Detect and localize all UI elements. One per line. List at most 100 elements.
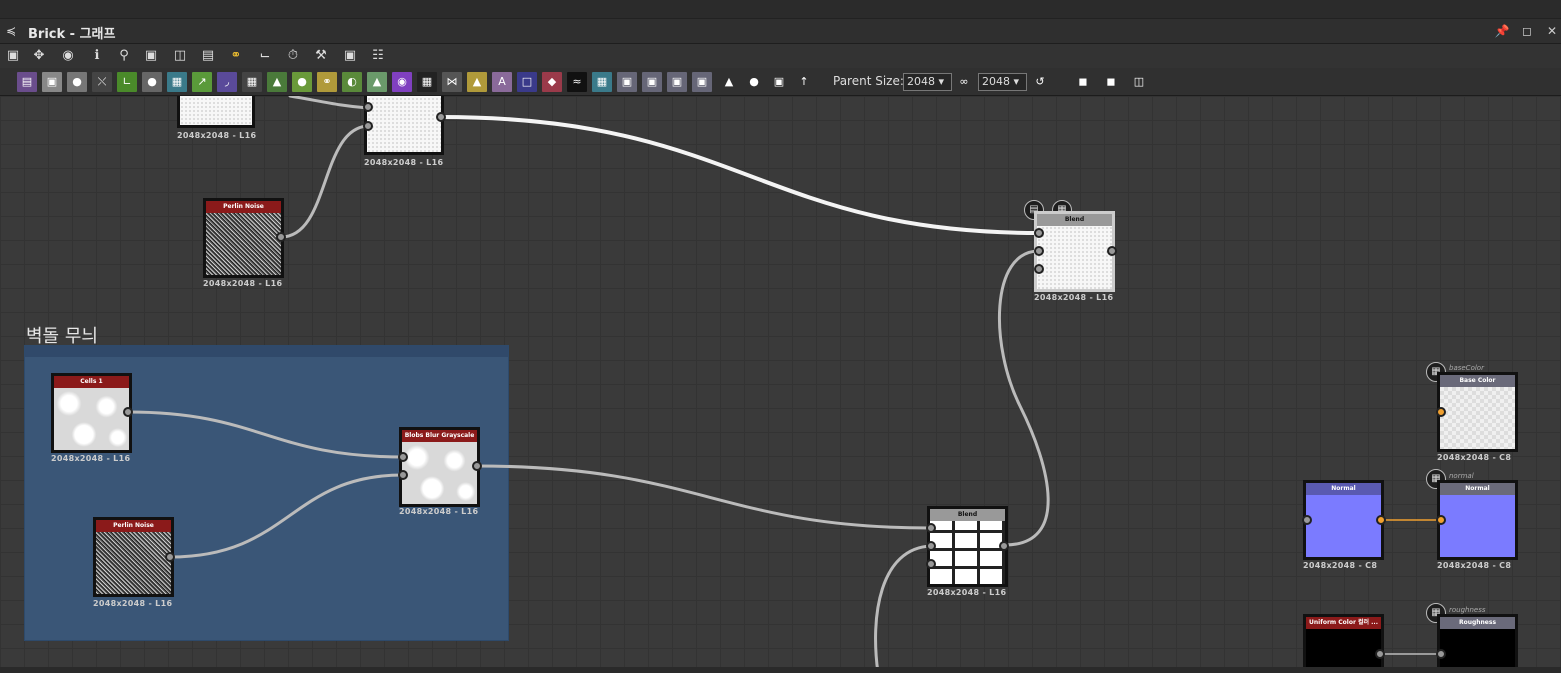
input-port[interactable] [1034, 228, 1044, 238]
tools-icon[interactable]: ⚒ [312, 47, 330, 65]
pin-node-icon[interactable]: ↑ [794, 72, 814, 92]
node-uniform-color[interactable]: Uniform Color 컬러 ... [1303, 614, 1384, 673]
output-port[interactable] [999, 541, 1009, 551]
align-horizontal-icon[interactable]: ◼ [1073, 72, 1093, 92]
node-roughness[interactable]: Roughness [1437, 614, 1518, 673]
input-port[interactable] [1436, 649, 1446, 659]
emboss-node-icon[interactable]: ▣ [642, 72, 662, 92]
node-perlin-noise-2[interactable]: Perlin Noise [93, 517, 174, 597]
node-blend-bottom[interactable]: Blend [927, 506, 1008, 587]
node-cells[interactable]: Cells 1 [51, 373, 132, 453]
comment-icon[interactable]: ▲ [719, 72, 739, 92]
node-normal[interactable]: Normal [1303, 480, 1384, 560]
split-node-icon[interactable]: ⚭ [317, 72, 337, 92]
transform-node-icon[interactable]: ▦ [167, 72, 187, 92]
hierarchy-icon[interactable]: ◫ [171, 47, 189, 65]
blur-node-icon[interactable]: ● [67, 72, 87, 92]
info-icon[interactable]: ℹ [88, 47, 106, 65]
text-node-icon[interactable]: ● [292, 72, 312, 92]
node-resolution: 2048x2048 - L16 [203, 279, 283, 288]
input-port[interactable] [363, 102, 373, 112]
output-node-icon[interactable]: ▣ [341, 47, 359, 65]
node-top-left[interactable] [177, 96, 255, 128]
node-resolution: 2048x2048 - L16 [399, 507, 479, 516]
input-port[interactable] [363, 121, 373, 131]
input-port[interactable] [1034, 246, 1044, 256]
value-node-icon[interactable]: ≈ [567, 72, 587, 92]
node-normal-output[interactable]: Normal [1437, 480, 1518, 560]
node-top-middle[interactable] [364, 96, 444, 155]
input-node-icon[interactable]: ▲ [267, 72, 287, 92]
node-perlin-noise-1[interactable]: Perlin Noise [203, 198, 284, 278]
window-title: Brick - 그래프 [28, 27, 116, 42]
hsl-node-icon[interactable]: ◉ [392, 72, 412, 92]
toolbar-primary: ▣ ✥ ◉ ℹ ⚲ ▣ ◫ ▤ ⚭ ⌙ ⏱ ⚒ ▣ ☷ [0, 44, 1561, 68]
distance-node-icon[interactable]: ▦ [592, 72, 612, 92]
fill-node-icon[interactable]: ◆ [542, 72, 562, 92]
dot-node-icon[interactable]: ● [744, 72, 764, 92]
output-port[interactable] [1107, 246, 1117, 256]
crop-icon[interactable]: ☷ [369, 47, 387, 65]
node-resolution: 2048x2048 - L16 [364, 158, 444, 167]
node-base-color[interactable]: Base Color [1437, 372, 1518, 452]
svg-node-icon[interactable]: ▣ [42, 72, 62, 92]
output-port[interactable] [276, 232, 286, 242]
input-port[interactable] [398, 452, 408, 462]
bitmap-node-icon[interactable]: ▤ [17, 72, 37, 92]
input-port[interactable] [1436, 515, 1446, 525]
pin-icon[interactable]: 📌 [1494, 23, 1510, 39]
timer-icon[interactable]: ⏱ [284, 47, 302, 65]
output-port[interactable] [1375, 649, 1385, 659]
node-blend-top[interactable]: Blend [1034, 211, 1115, 292]
maximize-icon[interactable]: ◻ [1519, 23, 1535, 39]
histogram-node-icon[interactable]: ▲ [367, 72, 387, 92]
connector-icon[interactable]: ⌙ [256, 47, 274, 65]
node-icon[interactable]: ▣ [142, 47, 160, 65]
input-port[interactable] [926, 523, 936, 533]
mirror-node-icon[interactable]: ▲ [467, 72, 487, 92]
link-size-icon[interactable]: ∞ [954, 72, 974, 92]
reset-icon[interactable]: ↺ [1030, 72, 1050, 92]
node-blobs-blur-grayscale[interactable]: Blobs Blur Grayscale [399, 427, 480, 507]
input-port[interactable] [1302, 515, 1312, 525]
curve-node-icon[interactable]: ∟ [117, 72, 137, 92]
camera-icon[interactable]: ◉ [59, 47, 77, 65]
graph-canvas[interactable]: 벽돌 무늬 2048x2048 - L16 2048x2048 - L16 Pe… [0, 96, 1561, 673]
input-port[interactable] [1436, 407, 1446, 417]
close-icon[interactable]: ✕ [1544, 23, 1560, 39]
gradient-node-icon[interactable]: ↗ [192, 72, 212, 92]
output-port[interactable] [436, 112, 446, 122]
input-port[interactable] [926, 541, 936, 551]
sharpen-node-icon[interactable]: ▣ [667, 72, 687, 92]
graph-output-icon[interactable]: ▣ [769, 72, 789, 92]
output-port[interactable] [1376, 515, 1386, 525]
output-port[interactable] [472, 461, 482, 471]
output-port[interactable] [123, 407, 133, 417]
align-vertical-icon[interactable]: ◼ [1101, 72, 1121, 92]
parent-size-dropdown-b[interactable]: 2048 ▾ [978, 73, 1027, 91]
frame-icon[interactable]: ▤ [199, 47, 217, 65]
arc-node-icon[interactable]: ◞ [217, 72, 237, 92]
selection-node-icon[interactable]: □ [517, 72, 537, 92]
normal-node-icon[interactable]: ▣ [617, 72, 637, 92]
input-port[interactable] [398, 470, 408, 480]
ao-node-icon[interactable]: ▣ [692, 72, 712, 92]
distribute-icon[interactable]: ◫ [1129, 72, 1149, 92]
fx-node-icon[interactable]: ⋈ [442, 72, 462, 92]
parent-size-dropdown-a[interactable]: 2048 ▾ [903, 73, 952, 91]
parent-size-label: Parent Size: [833, 74, 904, 88]
shuffle-node-icon[interactable]: ⤬ [92, 72, 112, 92]
input-port[interactable] [926, 559, 936, 569]
fit-view-icon[interactable]: ▣ [4, 47, 22, 65]
link-icon[interactable]: ⚭ [227, 47, 245, 65]
search-icon[interactable]: ⚲ [115, 47, 133, 65]
tile-node-icon[interactable]: ▦ [242, 72, 262, 92]
move-icon[interactable]: ✥ [30, 47, 48, 65]
noise-node-icon[interactable]: ▦ [417, 72, 437, 92]
output-port[interactable] [165, 552, 175, 562]
text-tool-icon[interactable]: A [492, 72, 512, 92]
levels-node-icon[interactable]: ◐ [342, 72, 362, 92]
warp-node-icon[interactable]: ● [142, 72, 162, 92]
node-resolution: 2048x2048 - L16 [1034, 293, 1114, 302]
input-port[interactable] [1034, 264, 1044, 274]
